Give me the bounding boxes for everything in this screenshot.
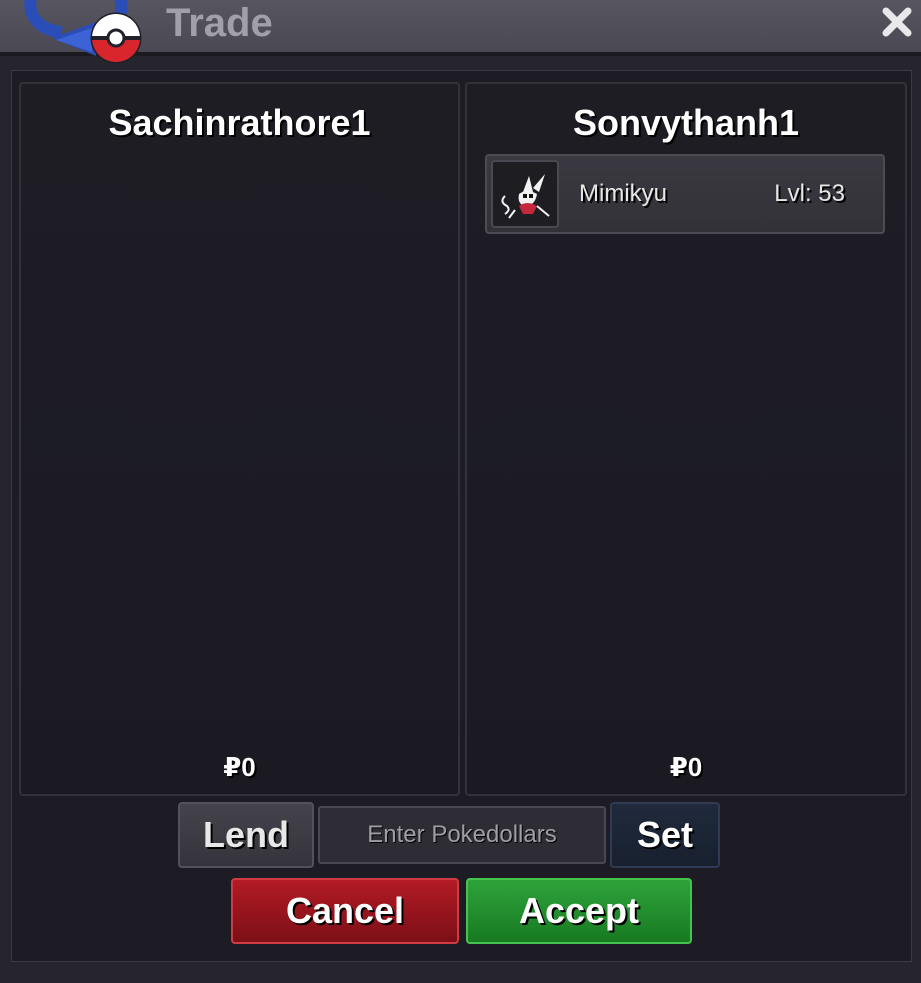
close-icon — [882, 7, 912, 37]
right-money-offer: ₽0 — [669, 752, 703, 782]
accept-button[interactable]: Accept — [466, 878, 692, 944]
window-title: Trade — [166, 1, 273, 45]
close-button[interactable] — [877, 2, 917, 42]
pokemon-slot-mimikyu[interactable]: Mimikyu Lvl: 53 — [485, 154, 885, 234]
right-trade-panel: Sonvythanh1 Mimikyu Lvl: 53 ₽0 — [465, 82, 907, 796]
pokemon-level: Lvl: 53 — [774, 180, 845, 207]
mimikyu-sprite-icon — [491, 160, 559, 228]
cancel-button[interactable]: Cancel — [231, 878, 459, 944]
trade-window: Trade Sachinrathore1 ₽0 Sonvythanh1 Mimi… — [0, 0, 921, 983]
right-player-name: Sonvythanh1 — [572, 102, 800, 143]
set-money-button[interactable]: Set — [610, 802, 720, 868]
pokemon-name: Mimikyu — [579, 180, 667, 207]
pokedollars-input[interactable] — [318, 806, 606, 864]
left-player-name: Sachinrathore1 — [108, 102, 371, 143]
left-money-offer: ₽0 — [223, 752, 256, 782]
lend-button[interactable]: Lend — [178, 802, 314, 868]
trade-icon — [24, 0, 142, 64]
left-trade-panel: Sachinrathore1 ₽0 — [19, 82, 460, 796]
